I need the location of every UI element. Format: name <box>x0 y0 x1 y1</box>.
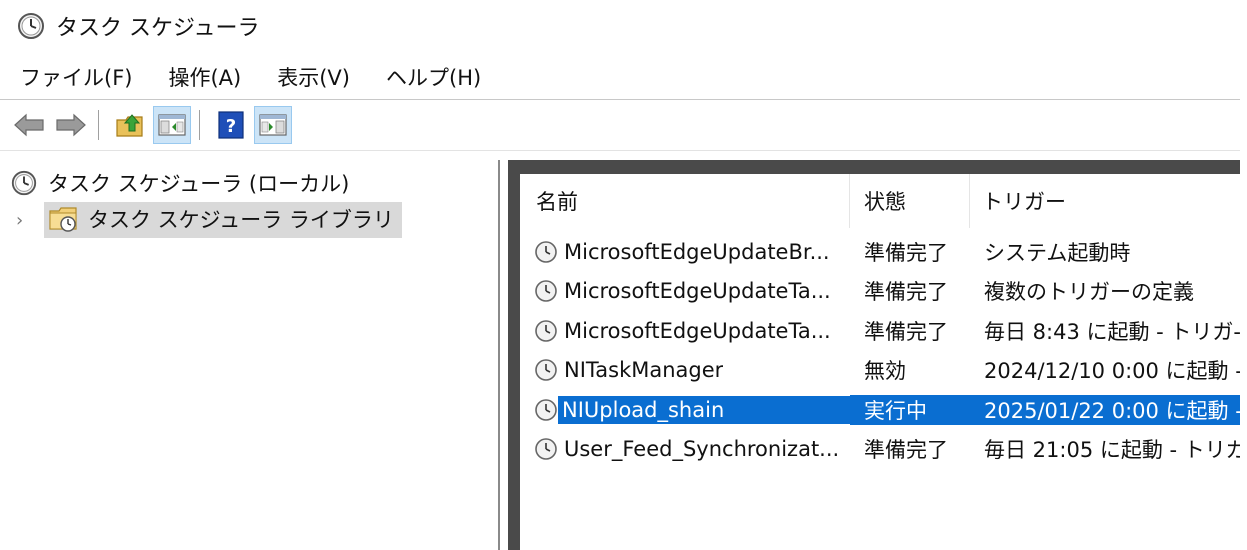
column-header-name[interactable]: 名前 <box>520 174 850 228</box>
show-hide-console-tree-button[interactable] <box>153 106 191 144</box>
menu-help[interactable]: ヘルプ(H) <box>366 62 497 92</box>
show-hide-action-pane-button[interactable] <box>254 106 292 144</box>
task-rows: MicrosoftEdgeUpdateBr... 準備完了 システム起動時 Mi… <box>520 232 1240 469</box>
table-row[interactable]: MicrosoftEdgeUpdateTa... 準備完了 毎日 8:43 に起… <box>520 311 1240 351</box>
menu-divider <box>0 99 1240 100</box>
task-name: MicrosoftEdgeUpdateTa... <box>564 318 831 343</box>
task-name: NIUpload_shain <box>558 395 850 424</box>
table-row[interactable]: MicrosoftEdgeUpdateBr... 準備完了 システム起動時 <box>520 232 1240 272</box>
up-one-level-button[interactable] <box>111 106 149 144</box>
help-icon: ? <box>218 111 244 139</box>
task-status: 準備完了 <box>864 319 948 344</box>
task-name: MicrosoftEdgeUpdateTa... <box>564 279 831 304</box>
show-hide-action-pane-icon <box>259 114 287 136</box>
table-row[interactable]: MicrosoftEdgeUpdateTa... 準備完了 複数のトリガーの定義 <box>520 272 1240 312</box>
tree-node-task-scheduler-library[interactable]: › タスク スケジューラ ライブラリ <box>16 202 402 238</box>
task-clock-icon <box>535 319 557 342</box>
console-tree-pane: タスク スケジューラ (ローカル) › タスク スケジューラ ライブラリ <box>0 160 500 550</box>
task-clock-icon <box>535 438 557 461</box>
tree-child-label: タスク スケジューラ ライブラリ <box>88 208 394 232</box>
toolbar-divider <box>0 150 1240 151</box>
menu-bar: ファイル(F) 操作(A) 表示(V) ヘルプ(H) <box>0 56 1247 98</box>
title-bar: タスク スケジューラ <box>0 0 1247 52</box>
task-trigger: 毎日 8:43 に起動 - トリガ- <box>984 319 1240 344</box>
svg-text:?: ? <box>226 116 236 137</box>
task-name-cell: User_Feed_Synchronizat... <box>520 437 850 461</box>
task-clock-icon <box>535 398 557 421</box>
task-name-cell: MicrosoftEdgeUpdateTa... <box>520 279 850 303</box>
task-clock-icon <box>535 280 557 303</box>
menu-file[interactable]: ファイル(F) <box>0 62 148 92</box>
task-name-cell: NIUpload_shain <box>520 395 850 424</box>
task-name: NITaskManager <box>564 358 724 383</box>
task-status: 実行中 <box>850 394 970 425</box>
menu-action[interactable]: 操作(A) <box>148 62 257 92</box>
clock-icon <box>11 170 37 196</box>
column-header-trigger[interactable]: トリガー <box>970 174 1240 228</box>
table-row[interactable]: User_Feed_Synchronizat... 準備完了 毎日 21:05 … <box>520 430 1240 470</box>
forward-arrow-icon <box>56 113 86 137</box>
task-status: 準備完了 <box>864 280 948 305</box>
folder-up-icon <box>116 114 143 137</box>
task-scheduler-window: タスク スケジューラ ファイル(F) 操作(A) 表示(V) ヘルプ(H) ? … <box>0 0 1247 550</box>
window-title: タスク スケジューラ <box>56 16 260 41</box>
task-trigger: 毎日 21:05 に起動 - トリガ <box>984 438 1240 463</box>
tree-node-selected[interactable]: タスク スケジューラ ライブラリ <box>44 202 402 238</box>
toolbar-separator <box>199 110 200 140</box>
table-row[interactable]: NITaskManager 無効 2024/12/10 0:00 に起動 - <box>520 351 1240 391</box>
forward-button[interactable] <box>52 106 90 144</box>
toolbar-separator <box>98 110 99 140</box>
task-name: User_Feed_Synchronizat... <box>564 437 840 462</box>
table-row-selected[interactable]: NIUpload_shain 実行中 2025/01/22 0:00 に起動 - <box>520 390 1240 430</box>
task-list-header: 名前 状態 トリガー <box>520 174 1240 228</box>
toolbar: ? <box>0 103 1247 147</box>
tree-node-task-scheduler-local[interactable]: タスク スケジューラ (ローカル) <box>10 168 349 198</box>
menu-view[interactable]: 表示(V) <box>257 62 366 92</box>
show-hide-console-tree-icon <box>158 114 186 136</box>
task-trigger: システム起動時 <box>984 240 1131 265</box>
task-trigger: 複数のトリガーの定義 <box>984 280 1194 305</box>
task-name-cell: MicrosoftEdgeUpdateBr... <box>520 240 850 264</box>
clock-icon <box>18 13 44 39</box>
task-trigger: 2024/12/10 0:00 に起動 - <box>984 359 1240 384</box>
task-trigger: 2025/01/22 0:00 に起動 - <box>970 394 1240 425</box>
help-button[interactable]: ? <box>212 106 250 144</box>
task-list: 名前 状態 トリガー MicrosoftEdgeUpdateBr... 準備完了 <box>520 174 1240 550</box>
task-list-frame: 名前 状態 トリガー MicrosoftEdgeUpdateBr... 準備完了 <box>508 160 1240 550</box>
task-status: 準備完了 <box>864 438 948 463</box>
task-name-cell: MicrosoftEdgeUpdateTa... <box>520 319 850 343</box>
task-status: 準備完了 <box>864 240 948 265</box>
task-name: MicrosoftEdgeUpdateBr... <box>564 239 830 264</box>
folder-clock-icon <box>49 207 77 232</box>
task-status: 無効 <box>864 359 906 384</box>
column-header-status[interactable]: 状態 <box>850 174 970 228</box>
back-button[interactable] <box>10 106 48 144</box>
task-name-cell: NITaskManager <box>520 358 850 382</box>
back-arrow-icon <box>14 113 44 137</box>
chevron-right-icon[interactable]: › <box>16 210 36 231</box>
tree-root-label: タスク スケジューラ (ローカル) <box>48 172 350 196</box>
task-clock-icon <box>535 240 557 263</box>
task-clock-icon <box>535 359 557 382</box>
